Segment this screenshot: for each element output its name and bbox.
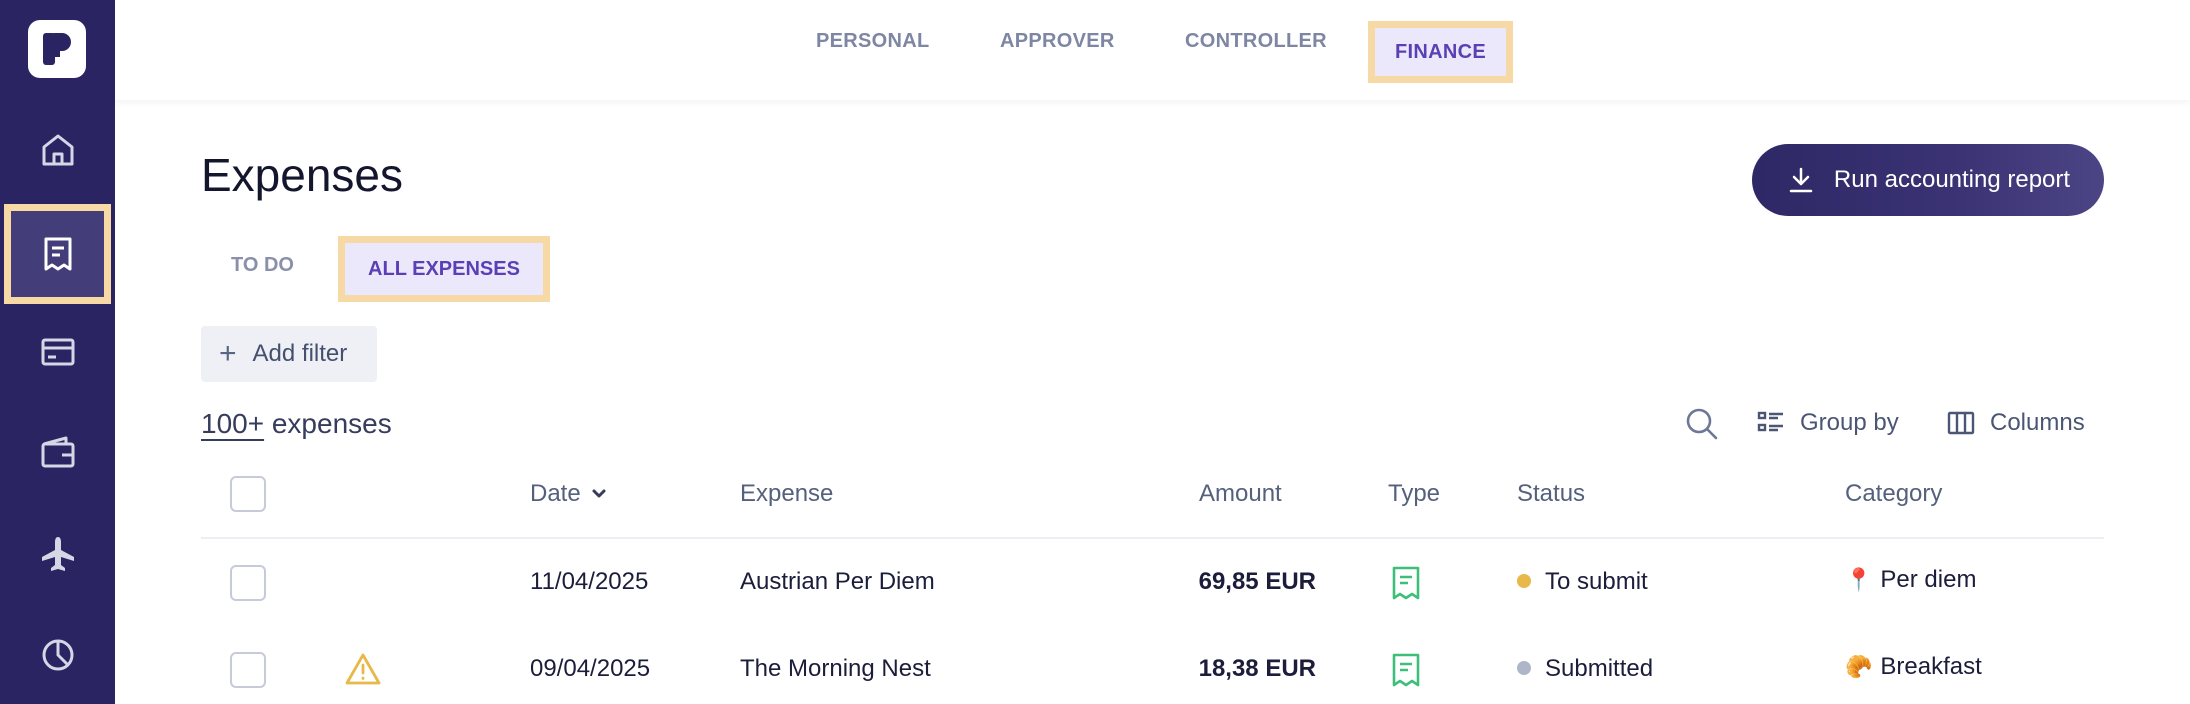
column-header-category[interactable]: Category xyxy=(1845,480,1942,508)
columns-icon xyxy=(1947,411,1975,435)
sort-descending-icon xyxy=(592,489,606,498)
row-checkbox[interactable] xyxy=(230,652,266,688)
app-logo[interactable] xyxy=(28,20,86,78)
sidebar-item-travel[interactable] xyxy=(0,504,115,604)
column-header-date-label: Date xyxy=(530,480,581,507)
group-by-icon xyxy=(1757,411,1783,432)
download-icon xyxy=(1789,167,1813,193)
receipt-icon xyxy=(1392,653,1420,687)
row-category: 🥐 Breakfast xyxy=(1845,653,1982,681)
tab-approver[interactable]: APPROVER xyxy=(1000,30,1115,53)
sidebar xyxy=(0,0,115,704)
plus-icon: + xyxy=(219,337,237,370)
warning-icon xyxy=(345,653,381,685)
tab-finance[interactable]: FINANCE xyxy=(1368,21,1513,83)
run-accounting-report-label: Run accounting report xyxy=(1833,166,2071,193)
tab-controller[interactable]: CONTROLLER xyxy=(1185,30,1327,53)
expense-count: 100+ expenses xyxy=(201,408,392,440)
receipt-icon xyxy=(1392,566,1420,600)
home-icon xyxy=(42,134,73,166)
analytics-icon xyxy=(42,639,73,671)
group-by-label: Group by xyxy=(1800,409,1899,436)
row-category: 📍 Per diem xyxy=(1845,566,1976,594)
card-icon xyxy=(41,338,74,366)
row-amount: 69,85 EUR xyxy=(1198,568,1316,595)
table-header-divider xyxy=(201,537,2104,539)
expenses-icon xyxy=(44,237,71,271)
croissant-icon: 🥐 xyxy=(1845,654,1873,679)
row-date: 09/04/2025 xyxy=(530,655,651,682)
expense-count-label: expenses xyxy=(264,408,392,439)
row-date: 11/04/2025 xyxy=(530,568,649,595)
group-by-button[interactable]: Group by xyxy=(1756,408,1899,438)
column-header-amount[interactable]: Amount xyxy=(1199,480,1282,508)
column-header-expense[interactable]: Expense xyxy=(740,480,833,508)
column-header-type[interactable]: Type xyxy=(1388,480,1440,508)
row-category-label: Breakfast xyxy=(1880,653,1982,680)
add-filter-label: Add filter xyxy=(252,340,348,367)
travel-icon xyxy=(41,537,74,571)
row-status: To submit xyxy=(1517,568,1648,596)
page-title: Expenses xyxy=(201,149,404,201)
row-status: Submitted xyxy=(1517,655,1653,683)
role-tabbar: PERSONAL APPROVER CONTROLLER FINANCE xyxy=(115,0,2190,100)
wallet-icon xyxy=(41,436,74,468)
sidebar-item-expenses[interactable] xyxy=(4,204,111,304)
add-filter-button[interactable]: + Add filter xyxy=(201,326,377,382)
row-status-label: Submitted xyxy=(1545,655,1654,682)
row-checkbox[interactable] xyxy=(230,565,266,601)
sidebar-item-cards[interactable] xyxy=(0,302,115,402)
row-amount: 18,38 EUR xyxy=(1198,655,1316,682)
pin-icon: 📍 xyxy=(1845,567,1873,592)
expense-count-number[interactable]: 100+ xyxy=(201,408,264,439)
tab-all-expenses[interactable]: ALL EXPENSES xyxy=(338,236,550,302)
columns-button[interactable]: Columns xyxy=(1946,408,2085,438)
select-all-checkbox[interactable] xyxy=(230,476,266,512)
search-icon[interactable] xyxy=(1685,407,1719,441)
columns-label: Columns xyxy=(1990,409,2085,436)
tab-to-do[interactable]: TO DO xyxy=(231,254,294,277)
row-expense: Austrian Per Diem xyxy=(740,568,935,595)
run-accounting-report-button[interactable]: Run accounting report xyxy=(1752,144,2104,216)
sidebar-item-home[interactable] xyxy=(0,100,115,200)
sidebar-item-wallet[interactable] xyxy=(0,402,115,502)
row-status-label: To submit xyxy=(1545,568,1648,595)
column-header-date[interactable]: Date xyxy=(530,480,607,508)
column-header-status[interactable]: Status xyxy=(1517,480,1585,508)
sidebar-item-analytics[interactable] xyxy=(0,604,115,704)
row-category-label: Per diem xyxy=(1880,566,1977,593)
row-expense: The Morning Nest xyxy=(740,655,931,682)
status-dot xyxy=(1517,661,1531,675)
status-dot xyxy=(1517,574,1531,588)
tab-personal[interactable]: PERSONAL xyxy=(816,30,930,53)
